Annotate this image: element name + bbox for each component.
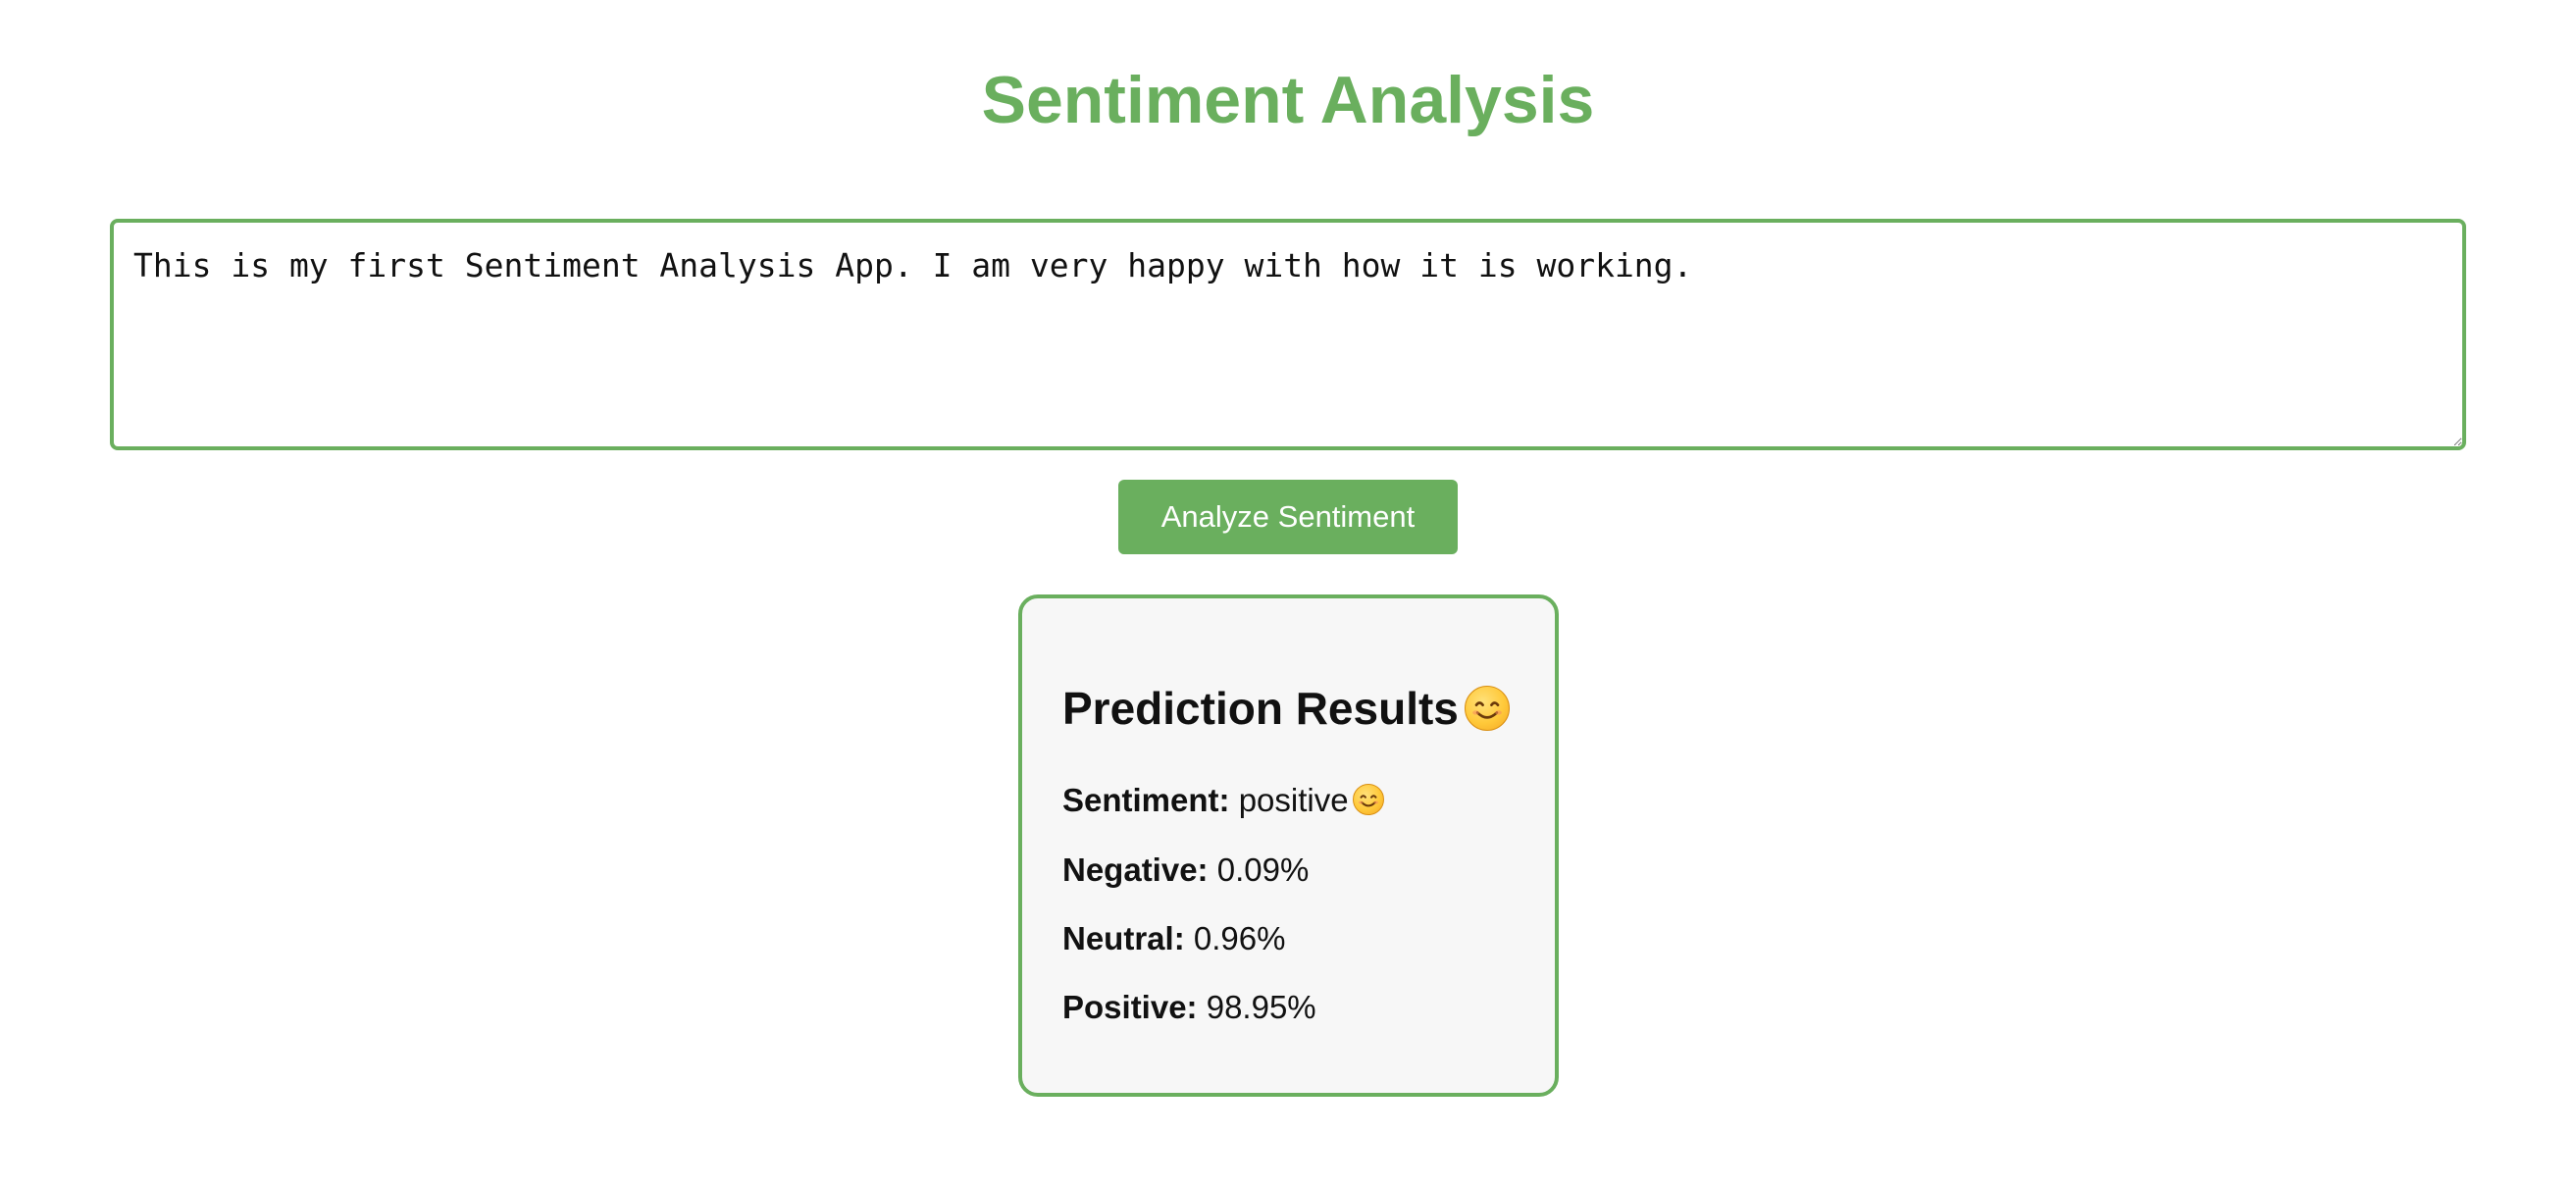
positive-result-row: Positive: 98.95% (1062, 988, 1316, 1027)
neutral-value: 0.96% (1193, 920, 1286, 956)
prediction-results-title: Prediction Results (1062, 683, 1459, 734)
prediction-results-card: Prediction Results Sentiment: positive N… (1018, 594, 1559, 1097)
smiling-face-icon (1464, 685, 1510, 731)
sentiment-value: positive (1238, 782, 1349, 818)
neutral-label: Neutral: (1062, 920, 1185, 956)
negative-label: Negative: (1062, 852, 1209, 888)
neutral-result-row: Neutral: 0.96% (1062, 919, 1285, 958)
negative-value: 0.09% (1216, 852, 1310, 888)
negative-result-row: Negative: 0.09% (1062, 851, 1309, 890)
sentiment-text-input[interactable]: This is my first Sentiment Analysis App.… (110, 219, 2466, 450)
positive-label: Positive: (1062, 989, 1198, 1025)
analyze-sentiment-button[interactable]: Analyze Sentiment (1118, 480, 1458, 554)
page-title: Sentiment Analysis (981, 63, 1595, 137)
prediction-results-heading: Prediction Results (1062, 681, 1510, 736)
smiling-face-icon (1352, 784, 1384, 816)
sentiment-result-row: Sentiment: positive (1062, 781, 1384, 820)
sentiment-label: Sentiment: (1062, 782, 1230, 818)
positive-value: 98.95% (1206, 989, 1316, 1025)
